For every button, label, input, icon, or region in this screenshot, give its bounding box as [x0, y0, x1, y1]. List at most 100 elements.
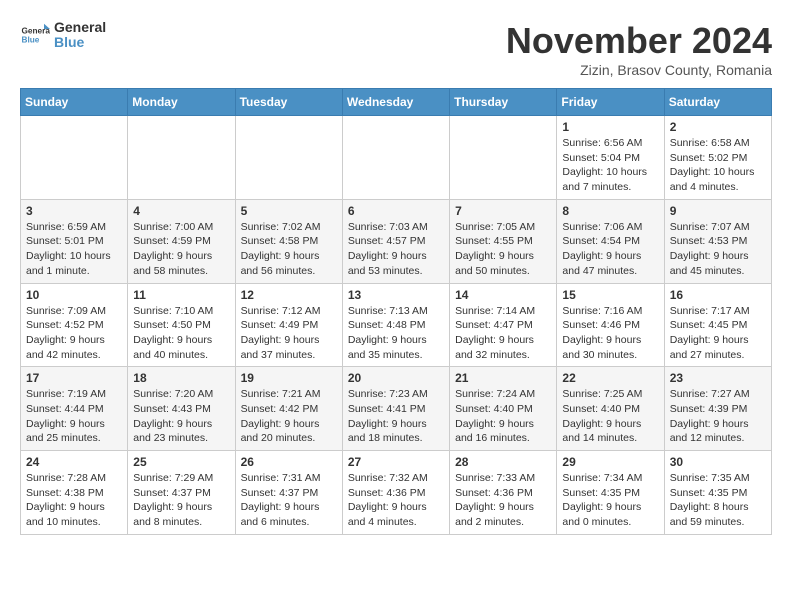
day-info: Sunrise: 7:23 AMSunset: 4:41 PMDaylight:… — [348, 387, 444, 446]
calendar-week-4: 17Sunrise: 7:19 AMSunset: 4:44 PMDayligh… — [21, 367, 772, 451]
calendar-cell: 21 Sunrise: 7:24 AMSunset: 4:40 PMDayligh… — [450, 367, 557, 451]
day-info: Sunrise: 7:12 AMSunset: 4:49 PMDaylight:… — [241, 304, 337, 363]
day-number: 15 — [562, 288, 658, 302]
calendar-body: 1 Sunrise: 6:56 AMSunset: 5:04 PMDaylight… — [21, 116, 772, 535]
calendar-cell: 12 Sunrise: 7:12 AMSunset: 4:49 PMDayligh… — [235, 283, 342, 367]
day-number: 18 — [133, 371, 229, 385]
calendar-cell — [342, 116, 449, 200]
day-info: Sunrise: 7:00 AMSunset: 4:59 PMDaylight:… — [133, 220, 229, 279]
day-info: Sunrise: 7:20 AMSunset: 4:43 PMDaylight:… — [133, 387, 229, 446]
day-number: 1 — [562, 120, 658, 134]
day-info: Sunrise: 7:24 AMSunset: 4:40 PMDaylight:… — [455, 387, 551, 446]
day-info: Sunrise: 7:02 AMSunset: 4:58 PMDaylight:… — [241, 220, 337, 279]
calendar-cell — [128, 116, 235, 200]
calendar-week-3: 10Sunrise: 7:09 AMSunset: 4:52 PMDayligh… — [21, 283, 772, 367]
calendar-cell: 16 Sunrise: 7:17 AMSunset: 4:45 PMDayligh… — [664, 283, 771, 367]
calendar-cell: 28 Sunrise: 7:33 AMSunset: 4:36 PMDayligh… — [450, 451, 557, 535]
logo-text: General Blue — [54, 20, 106, 51]
day-info: Sunrise: 7:32 AMSunset: 4:36 PMDaylight:… — [348, 471, 444, 530]
weekday-wednesday: Wednesday — [342, 89, 449, 116]
calendar-cell: 30 Sunrise: 7:35 AMSunset: 4:35 PMDayligh… — [664, 451, 771, 535]
day-info: Sunrise: 7:14 AMSunset: 4:47 PMDaylight:… — [455, 304, 551, 363]
page-header: General Blue General Blue November 2024 … — [20, 20, 772, 78]
weekday-header-row: SundayMondayTuesdayWednesdayThursdayFrid… — [21, 89, 772, 116]
day-number: 30 — [670, 455, 766, 469]
weekday-monday: Monday — [128, 89, 235, 116]
calendar-cell: 8 Sunrise: 7:06 AMSunset: 4:54 PMDaylight… — [557, 199, 664, 283]
day-number: 28 — [455, 455, 551, 469]
day-number: 11 — [133, 288, 229, 302]
day-number: 23 — [670, 371, 766, 385]
day-info: Sunrise: 7:28 AMSunset: 4:38 PMDaylight:… — [26, 471, 122, 530]
weekday-saturday: Saturday — [664, 89, 771, 116]
calendar-cell — [450, 116, 557, 200]
day-number: 10 — [26, 288, 122, 302]
day-info: Sunrise: 7:03 AMSunset: 4:57 PMDaylight:… — [348, 220, 444, 279]
logo-blue: Blue — [54, 35, 106, 50]
day-number: 9 — [670, 204, 766, 218]
logo: General Blue General Blue — [20, 20, 106, 51]
weekday-sunday: Sunday — [21, 89, 128, 116]
location-subtitle: Zizin, Brasov County, Romania — [506, 62, 772, 78]
day-number: 25 — [133, 455, 229, 469]
day-number: 12 — [241, 288, 337, 302]
calendar-table: SundayMondayTuesdayWednesdayThursdayFrid… — [20, 88, 772, 535]
calendar-cell: 25Sunrise: 7:29 AMSunset: 4:37 PMDayligh… — [128, 451, 235, 535]
day-info: Sunrise: 7:05 AMSunset: 4:55 PMDaylight:… — [455, 220, 551, 279]
calendar-header: SundayMondayTuesdayWednesdayThursdayFrid… — [21, 89, 772, 116]
day-number: 14 — [455, 288, 551, 302]
day-number: 6 — [348, 204, 444, 218]
calendar-cell: 14 Sunrise: 7:14 AMSunset: 4:47 PMDayligh… — [450, 283, 557, 367]
calendar-cell: 10Sunrise: 7:09 AMSunset: 4:52 PMDayligh… — [21, 283, 128, 367]
day-info: Sunrise: 6:58 AMSunset: 5:02 PMDaylight:… — [670, 136, 766, 195]
calendar-cell: 4 Sunrise: 7:00 AMSunset: 4:59 PMDaylight… — [128, 199, 235, 283]
day-number: 7 — [455, 204, 551, 218]
day-info: Sunrise: 7:31 AMSunset: 4:37 PMDaylight:… — [241, 471, 337, 530]
day-number: 24 — [26, 455, 122, 469]
calendar-cell: 7 Sunrise: 7:05 AMSunset: 4:55 PMDaylight… — [450, 199, 557, 283]
calendar-cell: 17Sunrise: 7:19 AMSunset: 4:44 PMDayligh… — [21, 367, 128, 451]
day-info: Sunrise: 7:07 AMSunset: 4:53 PMDaylight:… — [670, 220, 766, 279]
calendar-cell: 24 Sunrise: 7:28 AMSunset: 4:38 PMDayligh… — [21, 451, 128, 535]
calendar-cell: 27 Sunrise: 7:32 AMSunset: 4:36 PMDayligh… — [342, 451, 449, 535]
svg-text:Blue: Blue — [22, 36, 40, 45]
calendar-cell: 11 Sunrise: 7:10 AMSunset: 4:50 PMDayligh… — [128, 283, 235, 367]
day-number: 19 — [241, 371, 337, 385]
day-number: 3 — [26, 204, 122, 218]
day-number: 22 — [562, 371, 658, 385]
calendar-cell: 15 Sunrise: 7:16 AMSunset: 4:46 PMDayligh… — [557, 283, 664, 367]
month-title: November 2024 — [506, 20, 772, 62]
calendar-cell: 23Sunrise: 7:27 AMSunset: 4:39 PMDayligh… — [664, 367, 771, 451]
day-number: 17 — [26, 371, 122, 385]
calendar-week-1: 1 Sunrise: 6:56 AMSunset: 5:04 PMDaylight… — [21, 116, 772, 200]
logo-general: General — [54, 20, 106, 35]
day-info: Sunrise: 7:35 AMSunset: 4:35 PMDaylight:… — [670, 471, 766, 530]
calendar-cell: 9 Sunrise: 7:07 AMSunset: 4:53 PMDaylight… — [664, 199, 771, 283]
day-number: 27 — [348, 455, 444, 469]
day-info: Sunrise: 6:59 AMSunset: 5:01 PMDaylight:… — [26, 220, 122, 279]
day-number: 4 — [133, 204, 229, 218]
calendar-cell: 2 Sunrise: 6:58 AMSunset: 5:02 PMDaylight… — [664, 116, 771, 200]
calendar-cell: 13Sunrise: 7:13 AMSunset: 4:48 PMDayligh… — [342, 283, 449, 367]
weekday-tuesday: Tuesday — [235, 89, 342, 116]
day-number: 2 — [670, 120, 766, 134]
calendar-cell: 5Sunrise: 7:02 AMSunset: 4:58 PMDaylight… — [235, 199, 342, 283]
day-info: Sunrise: 7:16 AMSunset: 4:46 PMDaylight:… — [562, 304, 658, 363]
day-info: Sunrise: 7:17 AMSunset: 4:45 PMDaylight:… — [670, 304, 766, 363]
day-info: Sunrise: 7:33 AMSunset: 4:36 PMDaylight:… — [455, 471, 551, 530]
day-number: 8 — [562, 204, 658, 218]
day-number: 29 — [562, 455, 658, 469]
weekday-friday: Friday — [557, 89, 664, 116]
calendar-week-2: 3 Sunrise: 6:59 AMSunset: 5:01 PMDaylight… — [21, 199, 772, 283]
day-number: 21 — [455, 371, 551, 385]
calendar-cell: 26Sunrise: 7:31 AMSunset: 4:37 PMDayligh… — [235, 451, 342, 535]
day-info: Sunrise: 6:56 AMSunset: 5:04 PMDaylight:… — [562, 136, 658, 195]
title-block: November 2024 Zizin, Brasov County, Roma… — [506, 20, 772, 78]
day-info: Sunrise: 7:10 AMSunset: 4:50 PMDaylight:… — [133, 304, 229, 363]
day-number: 13 — [348, 288, 444, 302]
day-info: Sunrise: 7:06 AMSunset: 4:54 PMDaylight:… — [562, 220, 658, 279]
day-number: 16 — [670, 288, 766, 302]
calendar-cell — [235, 116, 342, 200]
calendar-cell: 29 Sunrise: 7:34 AMSunset: 4:35 PMDayligh… — [557, 451, 664, 535]
day-info: Sunrise: 7:34 AMSunset: 4:35 PMDaylight:… — [562, 471, 658, 530]
